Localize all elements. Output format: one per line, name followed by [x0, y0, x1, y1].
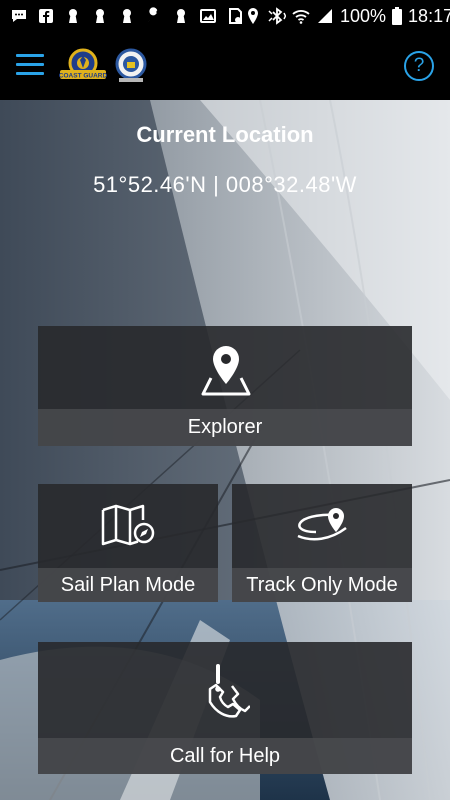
- system-icons: 100% 18:17: [244, 6, 450, 27]
- help-button[interactable]: ?: [404, 51, 434, 81]
- map-pin-icon: [200, 344, 252, 401]
- route-pin-icon: [294, 506, 352, 551]
- track-only-mode-label: Track Only Mode: [232, 568, 412, 602]
- map-compass-icon: [101, 504, 155, 551]
- current-location-title: Current Location: [136, 122, 314, 147]
- crest-logo: [114, 48, 148, 84]
- sd-card-icon: [226, 7, 244, 25]
- keyhole-icon: [64, 7, 82, 25]
- image-icon: [199, 7, 217, 25]
- location-pin-icon: [244, 7, 262, 25]
- coast-guard-logo-text: COAST GUARD: [59, 73, 108, 80]
- coast-guard-logo: COAST GUARD: [58, 48, 108, 84]
- battery-percent: 100%: [340, 5, 387, 26]
- wrench-icon: [145, 7, 163, 25]
- call-for-help-button[interactable]: Call for Help: [38, 642, 412, 774]
- sail-plan-mode-button[interactable]: Sail Plan Mode: [38, 484, 218, 602]
- keyhole-icon: [172, 7, 190, 25]
- clock: 18:17: [408, 5, 450, 26]
- messages-icon: [10, 7, 28, 25]
- explorer-label: Explorer: [38, 409, 412, 446]
- explorer-button[interactable]: Explorer: [38, 326, 412, 446]
- hamburger-icon[interactable]: [16, 54, 44, 78]
- app-bar: COAST GUARD ?: [0, 32, 450, 100]
- keyhole-icon: [91, 7, 109, 25]
- battery-icon: [392, 7, 403, 25]
- wifi-icon: [292, 7, 310, 25]
- current-location-coordinates: 51°52.46'N | 008°32.48'W: [93, 172, 357, 197]
- bluetooth-muted-icon: [268, 7, 286, 25]
- status-bar: 100% 18:17: [0, 0, 450, 32]
- sail-plan-mode-label: Sail Plan Mode: [38, 568, 218, 602]
- signal-icon: [316, 7, 334, 25]
- notification-icons: [0, 7, 244, 25]
- call-for-help-label: Call for Help: [38, 738, 412, 774]
- facebook-icon: [37, 7, 55, 25]
- track-only-mode-button[interactable]: Track Only Mode: [232, 484, 412, 602]
- keyhole-icon: [118, 7, 136, 25]
- phone-alert-icon: [202, 664, 251, 723]
